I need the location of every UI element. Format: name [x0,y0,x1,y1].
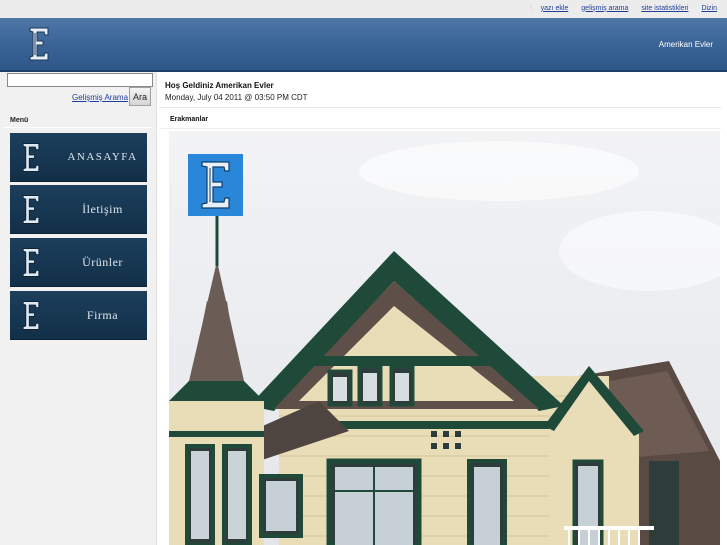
divider [159,128,721,129]
main-content: Hoş Geldiniz Amerikan Evler Monday, July… [157,72,727,545]
menu-item-label: ANASAYFA [67,151,138,163]
menu-item-company[interactable]: Firma [10,291,147,340]
section-title: Erakmanlar [170,116,209,123]
letter-e-logo-icon[interactable] [27,25,51,63]
site-header: Amerikan Evler [0,18,727,72]
victorian-house-photo [169,131,720,545]
search-button[interactable]: Ara [129,87,151,106]
letter-e-logo-icon [22,143,40,172]
welcome-heading: Hoş Geldiniz Amerikan Evler [165,81,274,90]
menu-item-label: İletişim [82,202,123,216]
letter-e-logo-icon [22,248,40,277]
sidebar: Gelişmiş Arama Ara Menü ANASAYFA İletişi… [0,72,157,545]
menu-item-home[interactable]: ANASAYFA [10,133,147,182]
menu-item-label: Ürünler [82,255,123,269]
menu-item-contact[interactable]: İletişim [10,185,147,234]
house-illustration [169,131,720,545]
date-line: Monday, July 04 2011 @ 03:50 PM CDT [165,93,308,102]
search-input[interactable] [7,73,153,87]
top-utility-bar: ⋮ yazı ekle gelişmiş arama site istatist… [0,0,727,19]
menu-title: Menü [10,117,29,124]
advanced-search-link[interactable]: Gelişmiş Arama [72,93,128,102]
menu-item-label: Firma [86,308,119,322]
site-title: Amerikan Evler [658,40,713,49]
site-stats-link[interactable]: site istatistikleri [641,5,688,12]
letter-e-logo-icon [22,195,40,224]
divider [4,127,152,128]
divider [159,107,721,108]
add-post-link[interactable]: yazı ekle [541,5,569,12]
menu-item-products[interactable]: Ürünler [10,238,147,287]
directory-link[interactable]: Dizin [701,5,717,12]
top-links: ⋮ yazı ekle gelişmiş arama site istatist… [527,4,717,13]
letter-e-blue-tile-icon [188,154,243,216]
divider: ⋮ [527,5,535,12]
advanced-search-top-link[interactable]: gelişmiş arama [581,5,628,12]
letter-e-logo-icon [22,301,40,330]
